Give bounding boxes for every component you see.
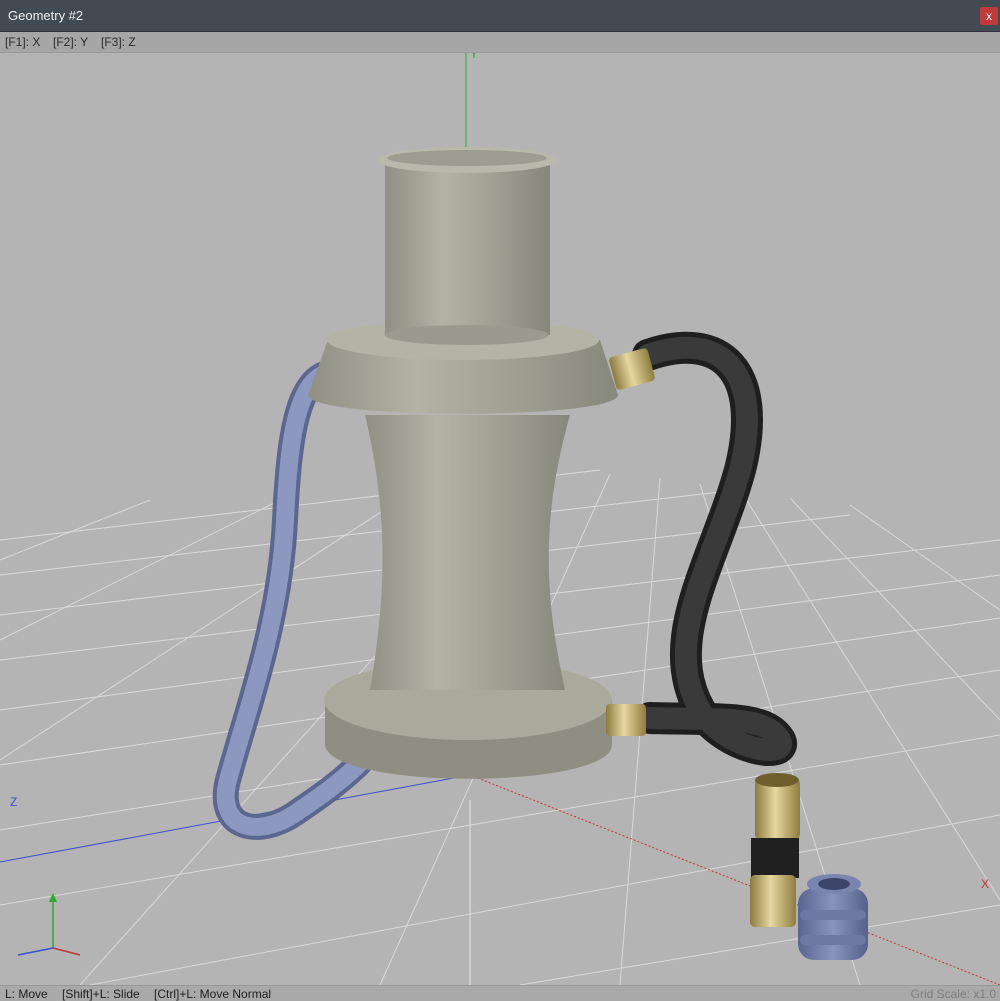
hint-slide: [Shift]+L: Slide <box>62 987 140 1001</box>
lower-brass-fitting <box>606 704 646 736</box>
bellows-cap <box>798 874 868 960</box>
x-axis-line <box>469 774 1000 985</box>
orientation-gizmo <box>17 893 81 956</box>
key-hint-z: [F3]: Z <box>101 35 136 49</box>
key-hint-y: [F2]: Y <box>53 35 89 49</box>
black-hose <box>632 331 798 766</box>
z-axis-label: Z <box>10 795 18 809</box>
x-axis-label: X <box>981 877 990 891</box>
scene-render <box>0 53 1000 985</box>
hose-coupler <box>750 773 800 927</box>
hint-move: L: Move <box>5 987 48 1001</box>
key-hint-x: [F1]: X <box>5 35 41 49</box>
status-bar: L: Move [Shift]+L: Slide [Ctrl]+L: Move … <box>0 985 1000 1001</box>
upper-brass-fitting <box>609 348 655 390</box>
window-title: Geometry #2 <box>8 8 84 23</box>
hint-move-normal: [Ctrl]+L: Move Normal <box>154 987 272 1001</box>
grid-scale-readout: Grid Scale: x1.0 <box>910 987 996 1001</box>
y-axis-label: Y <box>470 53 479 61</box>
axis-key-bar: [F1]: X [F2]: Y [F3]: Z <box>0 32 1000 53</box>
close-button[interactable]: x <box>980 7 998 25</box>
vessel-body <box>308 147 618 779</box>
3d-viewport[interactable]: Y Z X <box>0 53 1000 985</box>
title-bar: Geometry #2 x <box>0 0 1000 32</box>
